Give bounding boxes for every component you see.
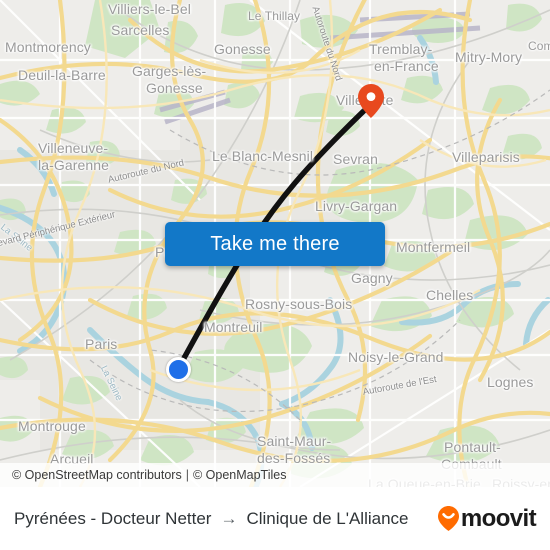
attribution-separator: |	[185, 468, 189, 482]
map-label-montmorency: Montmorency	[5, 39, 91, 55]
map-label-garges-les-gonesse-2: Gonesse	[146, 80, 203, 96]
map-label-livry-gargan: Livry-Gargan	[315, 198, 398, 214]
map-label-lognes: Lognes	[487, 374, 534, 390]
trip-destination-label: Clinique de L'Alliance	[246, 508, 409, 528]
map-label-sevran: Sevran	[333, 151, 378, 167]
map-canvas[interactable]: Villiers-le-Bel Le Thillay Sarcelles Gon…	[0, 0, 550, 487]
trip-origin-label: Pyrénées - Docteur Netter	[14, 508, 212, 528]
map-label-tremblay-en-france-2: en-France	[374, 58, 439, 74]
map-label-saint-maur-des-fosses-1: Saint-Maur-	[257, 433, 332, 449]
trip-footer: Pyrénées - Docteur Netter → Clinique de …	[0, 487, 550, 550]
map-label-montreuil: Montreuil	[204, 319, 263, 335]
map-label-paris: Paris	[85, 336, 118, 352]
map-label-gonesse: Gonesse	[214, 41, 271, 57]
map-label-gagny: Gagny	[351, 270, 393, 286]
map-label-villeneuve-la-garenne-1: Villeneuve-	[38, 140, 109, 156]
map-label-noisy-le-grand: Noisy-le-Grand	[348, 349, 444, 365]
map-attribution: © OpenStreetMap contributors | © OpenMap…	[0, 463, 550, 487]
attribution-osm[interactable]: © OpenStreetMap contributors	[12, 468, 182, 482]
origin-marker[interactable]	[166, 357, 191, 382]
map-trip-card: Villiers-le-Bel Le Thillay Sarcelles Gon…	[0, 0, 550, 550]
trip-summary: Pyrénées - Docteur Netter → Clinique de …	[14, 509, 408, 529]
map-label-deuil-la-barre: Deuil-la-Barre	[18, 67, 106, 83]
map-label-pontault-combault-1: Pontault-	[444, 439, 501, 455]
map-label-sarcelles: Sarcelles	[111, 22, 170, 38]
map-label-le-blanc-mesnil: Le Blanc-Mesnil	[212, 148, 314, 164]
map-label-montfermeil: Montfermeil	[396, 239, 471, 255]
map-label-combs: Com	[528, 39, 550, 53]
attribution-openmaptiles[interactable]: © OpenMapTiles	[193, 468, 287, 482]
take-me-there-button[interactable]: Take me there	[165, 222, 385, 266]
map-label-villeneuve-la-garenne-2: la-Garenne	[38, 157, 110, 173]
map-label-villiers-le-bel: Villiers-le-Bel	[108, 1, 191, 17]
map-label-garges-les-gonesse-1: Garges-lès-	[132, 63, 207, 79]
map-label-montrouge: Montrouge	[18, 418, 86, 434]
moovit-logo[interactable]: moovit	[437, 504, 537, 533]
moovit-pin-icon	[437, 506, 459, 531]
map-label-chelles: Chelles	[426, 287, 474, 303]
map-label-tremblay-en-france-1: Tremblay-	[369, 41, 433, 57]
arrow-right-icon: →	[220, 508, 238, 528]
moovit-wordmark: moovit	[460, 504, 537, 532]
map-label-mitry-mory: Mitry-Mory	[455, 49, 523, 65]
map-label-le-thillay: Le Thillay	[248, 9, 301, 23]
destination-marker[interactable]	[358, 84, 384, 118]
map-label-rosny-sous-bois: Rosny-sous-Bois	[245, 296, 353, 312]
map-label-villeparisis: Villeparisis	[452, 149, 520, 165]
